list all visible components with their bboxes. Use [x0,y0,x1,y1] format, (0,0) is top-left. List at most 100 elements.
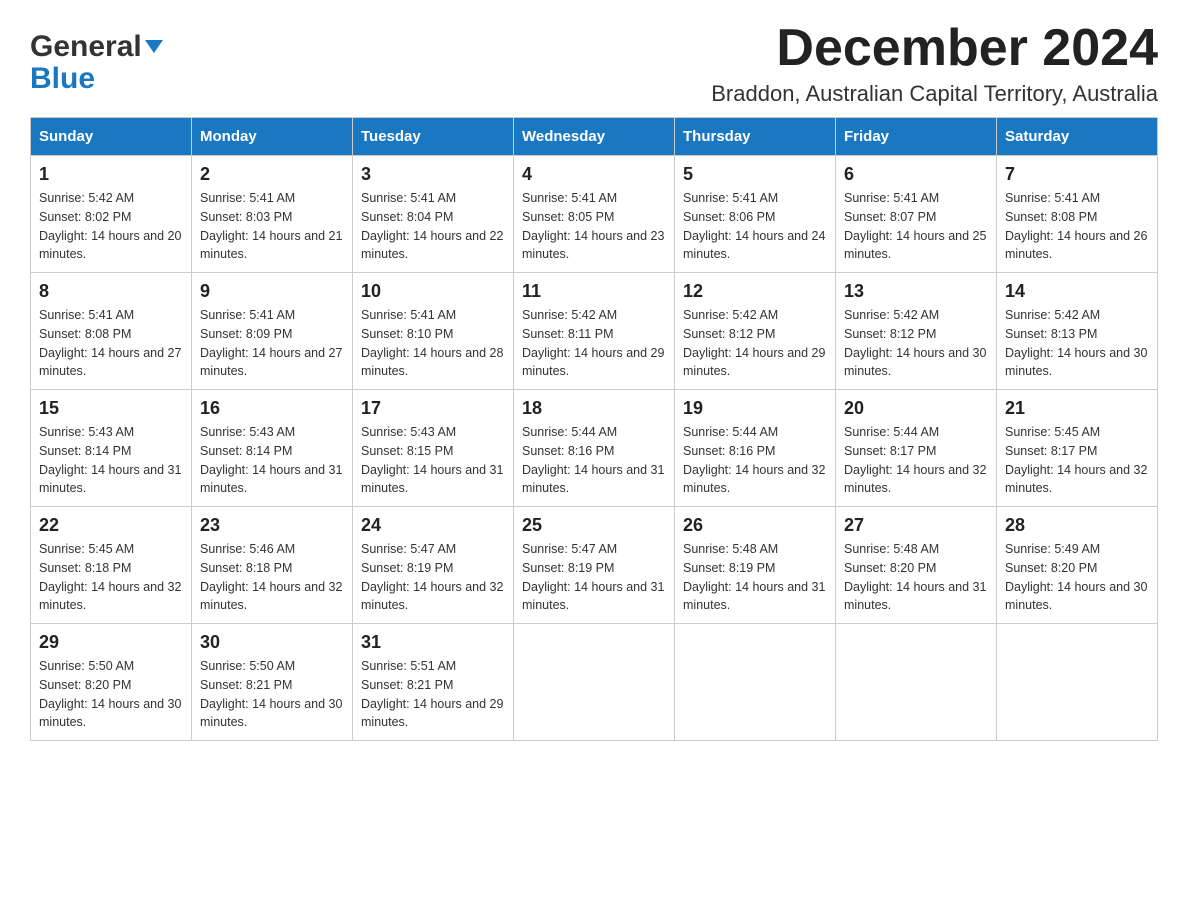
day-info: Sunrise: 5:43 AM Sunset: 8:14 PM Dayligh… [200,423,344,498]
sunrise-label: Sunrise: 5:45 AM [39,542,134,556]
day-info: Sunrise: 5:44 AM Sunset: 8:16 PM Dayligh… [683,423,827,498]
sunrise-label: Sunrise: 5:41 AM [200,308,295,322]
daylight-label: Daylight: 14 hours and 25 minutes. [844,229,986,262]
sunrise-label: Sunrise: 5:44 AM [844,425,939,439]
title-section: December 2024 Braddon, Australian Capita… [711,20,1158,107]
sunrise-label: Sunrise: 5:47 AM [361,542,456,556]
day-number: 15 [39,398,183,419]
sunset-label: Sunset: 8:20 PM [1005,561,1097,575]
sunrise-label: Sunrise: 5:46 AM [200,542,295,556]
table-row [514,624,675,741]
daylight-label: Daylight: 14 hours and 31 minutes. [522,463,664,496]
logo-blue-text: Blue [30,62,95,96]
sunrise-label: Sunrise: 5:41 AM [844,191,939,205]
table-row: 30 Sunrise: 5:50 AM Sunset: 8:21 PM Dayl… [192,624,353,741]
day-info: Sunrise: 5:42 AM Sunset: 8:02 PM Dayligh… [39,189,183,264]
table-row: 19 Sunrise: 5:44 AM Sunset: 8:16 PM Dayl… [675,390,836,507]
table-row: 4 Sunrise: 5:41 AM Sunset: 8:05 PM Dayli… [514,156,675,273]
day-number: 13 [844,281,988,302]
sunset-label: Sunset: 8:12 PM [683,327,775,341]
table-row: 14 Sunrise: 5:42 AM Sunset: 8:13 PM Dayl… [997,273,1158,390]
logo: General Blue [30,30,163,96]
daylight-label: Daylight: 14 hours and 30 minutes. [1005,346,1147,379]
sunrise-label: Sunrise: 5:41 AM [361,308,456,322]
sunrise-label: Sunrise: 5:41 AM [683,191,778,205]
table-row: 16 Sunrise: 5:43 AM Sunset: 8:14 PM Dayl… [192,390,353,507]
calendar-week-row: 29 Sunrise: 5:50 AM Sunset: 8:20 PM Dayl… [31,624,1158,741]
sunset-label: Sunset: 8:19 PM [522,561,614,575]
sunset-label: Sunset: 8:12 PM [844,327,936,341]
day-info: Sunrise: 5:42 AM Sunset: 8:13 PM Dayligh… [1005,306,1149,381]
day-info: Sunrise: 5:51 AM Sunset: 8:21 PM Dayligh… [361,657,505,732]
daylight-label: Daylight: 14 hours and 21 minutes. [200,229,342,262]
sunset-label: Sunset: 8:10 PM [361,327,453,341]
day-number: 14 [1005,281,1149,302]
daylight-label: Daylight: 14 hours and 30 minutes. [844,346,986,379]
daylight-label: Daylight: 14 hours and 32 minutes. [1005,463,1147,496]
daylight-label: Daylight: 14 hours and 26 minutes. [1005,229,1147,262]
daylight-label: Daylight: 14 hours and 31 minutes. [200,463,342,496]
sunrise-label: Sunrise: 5:42 AM [39,191,134,205]
month-title: December 2024 [711,20,1158,77]
table-row: 15 Sunrise: 5:43 AM Sunset: 8:14 PM Dayl… [31,390,192,507]
sunset-label: Sunset: 8:09 PM [200,327,292,341]
day-info: Sunrise: 5:41 AM Sunset: 8:03 PM Dayligh… [200,189,344,264]
day-number: 30 [200,632,344,653]
table-row [675,624,836,741]
daylight-label: Daylight: 14 hours and 22 minutes. [361,229,503,262]
sunrise-label: Sunrise: 5:50 AM [39,659,134,673]
daylight-label: Daylight: 14 hours and 32 minutes. [361,580,503,613]
calendar-week-row: 22 Sunrise: 5:45 AM Sunset: 8:18 PM Dayl… [31,507,1158,624]
header-tuesday: Tuesday [353,118,514,156]
sunrise-label: Sunrise: 5:42 AM [844,308,939,322]
table-row: 26 Sunrise: 5:48 AM Sunset: 8:19 PM Dayl… [675,507,836,624]
day-info: Sunrise: 5:48 AM Sunset: 8:20 PM Dayligh… [844,540,988,615]
daylight-label: Daylight: 14 hours and 29 minutes. [683,346,825,379]
day-number: 6 [844,164,988,185]
logo-general-line: General [30,30,163,64]
sunrise-label: Sunrise: 5:41 AM [522,191,617,205]
table-row: 29 Sunrise: 5:50 AM Sunset: 8:20 PM Dayl… [31,624,192,741]
day-info: Sunrise: 5:41 AM Sunset: 8:08 PM Dayligh… [39,306,183,381]
daylight-label: Daylight: 14 hours and 32 minutes. [200,580,342,613]
sunrise-label: Sunrise: 5:49 AM [1005,542,1100,556]
sunrise-label: Sunrise: 5:41 AM [361,191,456,205]
sunrise-label: Sunrise: 5:51 AM [361,659,456,673]
sunrise-label: Sunrise: 5:43 AM [200,425,295,439]
table-row: 8 Sunrise: 5:41 AM Sunset: 8:08 PM Dayli… [31,273,192,390]
sunset-label: Sunset: 8:17 PM [844,444,936,458]
daylight-label: Daylight: 14 hours and 27 minutes. [39,346,181,379]
sunset-label: Sunset: 8:20 PM [844,561,936,575]
daylight-label: Daylight: 14 hours and 31 minutes. [683,580,825,613]
sunset-label: Sunset: 8:16 PM [683,444,775,458]
day-number: 31 [361,632,505,653]
table-row: 7 Sunrise: 5:41 AM Sunset: 8:08 PM Dayli… [997,156,1158,273]
day-number: 12 [683,281,827,302]
day-info: Sunrise: 5:48 AM Sunset: 8:19 PM Dayligh… [683,540,827,615]
calendar-week-row: 15 Sunrise: 5:43 AM Sunset: 8:14 PM Dayl… [31,390,1158,507]
sunrise-label: Sunrise: 5:42 AM [522,308,617,322]
day-number: 2 [200,164,344,185]
sunset-label: Sunset: 8:08 PM [39,327,131,341]
day-info: Sunrise: 5:43 AM Sunset: 8:15 PM Dayligh… [361,423,505,498]
day-number: 28 [1005,515,1149,536]
sunrise-label: Sunrise: 5:48 AM [844,542,939,556]
header-friday: Friday [836,118,997,156]
header-wednesday: Wednesday [514,118,675,156]
sunset-label: Sunset: 8:14 PM [39,444,131,458]
day-info: Sunrise: 5:41 AM Sunset: 8:10 PM Dayligh… [361,306,505,381]
sunset-label: Sunset: 8:14 PM [200,444,292,458]
daylight-label: Daylight: 14 hours and 29 minutes. [522,346,664,379]
sunrise-label: Sunrise: 5:41 AM [1005,191,1100,205]
day-info: Sunrise: 5:49 AM Sunset: 8:20 PM Dayligh… [1005,540,1149,615]
sunset-label: Sunset: 8:13 PM [1005,327,1097,341]
table-row: 20 Sunrise: 5:44 AM Sunset: 8:17 PM Dayl… [836,390,997,507]
day-number: 22 [39,515,183,536]
calendar-header-row: Sunday Monday Tuesday Wednesday Thursday… [31,118,1158,156]
daylight-label: Daylight: 14 hours and 31 minutes. [844,580,986,613]
day-number: 20 [844,398,988,419]
table-row: 12 Sunrise: 5:42 AM Sunset: 8:12 PM Dayl… [675,273,836,390]
day-number: 17 [361,398,505,419]
daylight-label: Daylight: 14 hours and 31 minutes. [361,463,503,496]
daylight-label: Daylight: 14 hours and 32 minutes. [39,580,181,613]
